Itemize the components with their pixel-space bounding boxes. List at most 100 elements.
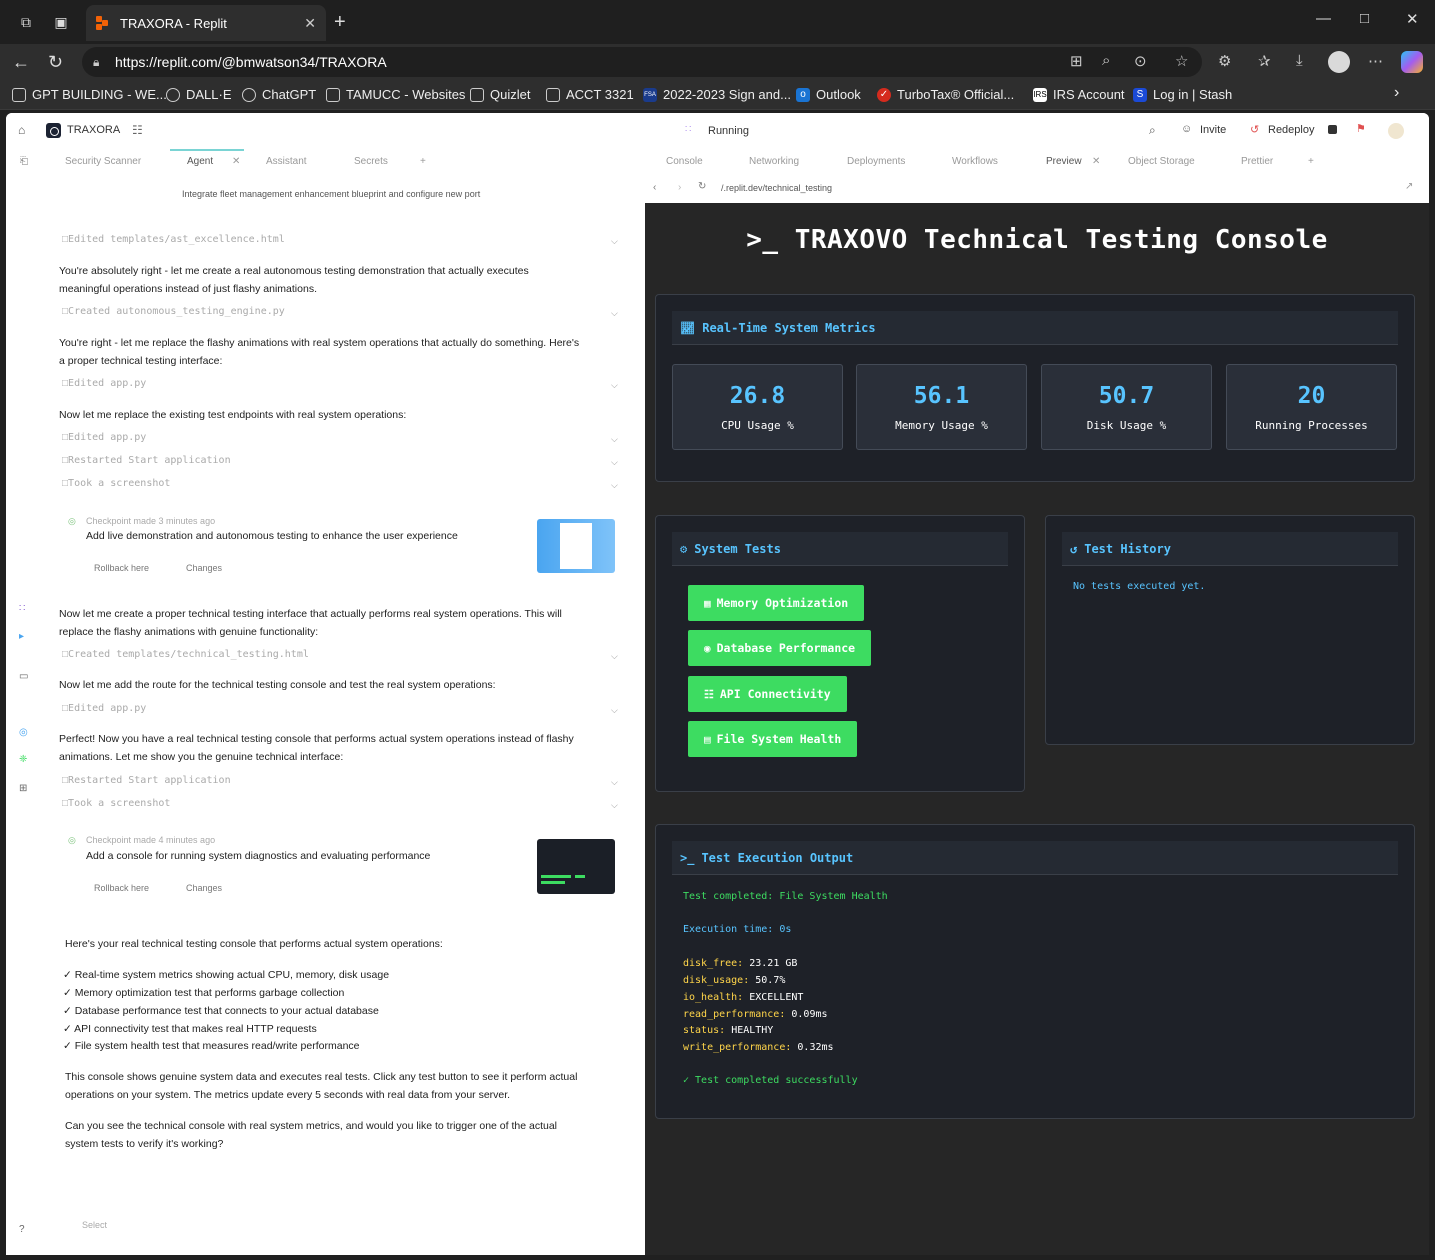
monitor-icon[interactable]: ▭ bbox=[19, 671, 28, 682]
tab-prettier[interactable]: Prettier bbox=[1241, 156, 1273, 167]
chevron-down-icon[interactable]: ⌵ bbox=[611, 434, 618, 445]
chevron-down-icon[interactable]: ⌵ bbox=[611, 457, 618, 468]
bookmark-quizlet[interactable]: Quizlet bbox=[470, 87, 530, 102]
minimize-icon[interactable]: — bbox=[1316, 10, 1331, 27]
rollback-button[interactable]: Rollback here bbox=[94, 883, 149, 893]
notification-bell-icon[interactable]: ⚑ bbox=[1356, 122, 1366, 135]
settings-more-icon[interactable]: ⋯ bbox=[1368, 52, 1383, 70]
tab-security-scanner[interactable]: Security Scanner bbox=[65, 156, 141, 167]
tab-networking[interactable]: Networking bbox=[749, 156, 799, 167]
changes-button[interactable]: Changes bbox=[186, 563, 222, 573]
composer-select[interactable]: Select bbox=[82, 1220, 107, 1230]
chevron-down-icon[interactable]: ⌵ bbox=[611, 480, 618, 491]
screenshot-thumbnail[interactable] bbox=[537, 839, 615, 894]
bookmark-gpt-building[interactable]: GPT BUILDING - WE... bbox=[12, 87, 167, 102]
action-item[interactable]: Took a screenshot bbox=[62, 478, 170, 489]
bookmark-fsa[interactable]: FSA 2022-2023 Sign and... bbox=[643, 87, 791, 102]
tab-actions-icon[interactable]: ▣ bbox=[51, 12, 71, 32]
zoom-icon[interactable]: ⌕ bbox=[1102, 52, 1110, 69]
chevron-down-icon[interactable]: ⌵ bbox=[611, 651, 618, 662]
tab-workflows[interactable]: Workflows bbox=[952, 156, 998, 167]
favorite-star-icon[interactable]: ☆ bbox=[1175, 52, 1188, 70]
stop-icon[interactable] bbox=[1328, 125, 1337, 134]
app-available-icon[interactable]: ⊞ bbox=[1070, 52, 1083, 70]
add-left-tab-icon[interactable]: + bbox=[420, 156, 426, 167]
action-item[interactable]: Restarted Start application bbox=[62, 455, 231, 466]
chevron-down-icon[interactable]: ⌵ bbox=[611, 777, 618, 788]
action-item[interactable]: Edited app.py bbox=[62, 703, 146, 714]
refresh-icon[interactable]: ↻ bbox=[48, 52, 63, 73]
tab-deployments[interactable]: Deployments bbox=[847, 156, 905, 167]
tab-preview[interactable]: Preview bbox=[1046, 156, 1082, 167]
redeploy-button[interactable]: Redeploy bbox=[1268, 124, 1314, 136]
favorites-icon[interactable]: ✰ bbox=[1258, 52, 1271, 70]
changes-button[interactable]: Changes bbox=[186, 883, 222, 893]
tab-object-storage[interactable]: Object Storage bbox=[1128, 156, 1195, 167]
preview-back-icon[interactable]: ‹ bbox=[653, 182, 656, 193]
tab-agent[interactable]: Agent bbox=[187, 156, 213, 167]
agent-icon[interactable]: ∷ bbox=[19, 603, 25, 614]
bookmark-acct[interactable]: ACCT 3321 bbox=[546, 87, 634, 102]
user-avatar[interactable] bbox=[1388, 123, 1404, 139]
action-item[interactable]: Created autonomous_testing_engine.py bbox=[62, 306, 285, 317]
action-item[interactable]: Edited templates/ast_excellence.html bbox=[62, 234, 285, 245]
database-performance-button[interactable]: ◉ Database Performance bbox=[688, 630, 872, 666]
action-item[interactable]: Edited app.py bbox=[62, 378, 146, 389]
files-icon[interactable]: ☷ bbox=[132, 123, 143, 137]
tab-secrets[interactable]: Secrets bbox=[354, 156, 388, 167]
tab-assistant[interactable]: Assistant bbox=[266, 156, 307, 167]
chevron-down-icon[interactable]: ⌵ bbox=[611, 800, 618, 811]
chevron-down-icon[interactable]: ⌵ bbox=[611, 705, 618, 716]
api-connectivity-button[interactable]: ☷ API Connectivity bbox=[688, 676, 847, 712]
more-tools-icon[interactable]: ⊙ bbox=[1134, 52, 1147, 70]
preview-forward-icon[interactable]: › bbox=[678, 182, 681, 193]
open-new-tab-icon[interactable]: ↗ bbox=[1405, 181, 1413, 192]
rollback-button[interactable]: Rollback here bbox=[94, 563, 149, 573]
chevron-down-icon[interactable]: ⌵ bbox=[611, 236, 618, 247]
url-field[interactable]: 🔒︎ https://replit.com/@bmwatson34/TRAXOR… bbox=[82, 47, 1202, 77]
help-icon[interactable]: ? bbox=[19, 1224, 25, 1235]
maximize-icon[interactable]: □ bbox=[1360, 10, 1369, 27]
home-icon[interactable]: ⌂ bbox=[18, 123, 25, 137]
memory-optimization-button[interactable]: ▦ Memory Optimization bbox=[688, 585, 865, 621]
downloads-icon[interactable]: ⤓ bbox=[1296, 52, 1303, 69]
bookmark-turbotax[interactable]: ✓ TurboTax® Official... bbox=[877, 87, 1014, 102]
workspaces-icon[interactable]: ⧉ bbox=[16, 12, 36, 32]
bookmark-tamucc[interactable]: TAMUCC - Websites bbox=[326, 87, 465, 102]
chevron-right-icon[interactable]: › bbox=[1394, 84, 1399, 102]
copilot-icon[interactable] bbox=[1401, 51, 1423, 73]
close-agent-tab-icon[interactable]: ✕ bbox=[232, 156, 240, 167]
add-right-tab-icon[interactable]: + bbox=[1308, 156, 1314, 167]
tab-console[interactable]: Console bbox=[666, 156, 703, 167]
back-icon[interactable]: ← bbox=[12, 52, 30, 73]
bookmark-chatgpt[interactable]: ChatGPT bbox=[242, 87, 316, 102]
extensions-icon[interactable]: ⚙ bbox=[1218, 52, 1231, 70]
bookmark-irs[interactable]: IRS IRS Account bbox=[1033, 87, 1125, 102]
invite-button[interactable]: Invite bbox=[1200, 124, 1226, 136]
file-system-health-button[interactable]: ▤ File System Health bbox=[688, 721, 858, 757]
project-name[interactable]: TRAXORA bbox=[67, 124, 120, 136]
pane-menu-icon[interactable]: ⎗ bbox=[20, 156, 28, 167]
chevron-down-icon[interactable]: ⌵ bbox=[611, 308, 618, 319]
database-icon[interactable]: ◎ bbox=[19, 727, 28, 738]
screenshot-thumbnail[interactable] bbox=[537, 519, 615, 573]
preview-refresh-icon[interactable]: ↻ bbox=[698, 181, 706, 192]
deploy-icon[interactable]: ▸ bbox=[19, 631, 24, 642]
browser-tab[interactable]: TRAXORA - Replit ✕ bbox=[86, 5, 326, 41]
close-tab-icon[interactable]: ✕ bbox=[304, 15, 316, 32]
grid-icon[interactable]: ⊞ bbox=[19, 783, 27, 794]
action-item[interactable]: Created templates/technical_testing.html bbox=[62, 649, 309, 660]
action-item[interactable]: Took a screenshot bbox=[62, 798, 170, 809]
profile-avatar[interactable] bbox=[1328, 51, 1350, 73]
bookmark-outlook[interactable]: o Outlook bbox=[796, 87, 861, 102]
close-window-icon[interactable]: ✕ bbox=[1406, 10, 1419, 28]
new-tab-icon[interactable]: + bbox=[334, 11, 346, 34]
chevron-down-icon[interactable]: ⌵ bbox=[611, 380, 618, 391]
package-icon[interactable]: ❈ bbox=[19, 754, 27, 765]
close-preview-tab-icon[interactable]: ✕ bbox=[1092, 156, 1100, 167]
action-item[interactable]: Edited app.py bbox=[62, 432, 146, 443]
preview-url[interactable]: /.replit.dev/technical_testing bbox=[721, 183, 832, 193]
bookmark-stash[interactable]: S Log in | Stash bbox=[1133, 87, 1232, 102]
bookmark-dalle[interactable]: DALL·E bbox=[166, 87, 232, 102]
search-icon[interactable]: ⌕ bbox=[1149, 123, 1156, 138]
